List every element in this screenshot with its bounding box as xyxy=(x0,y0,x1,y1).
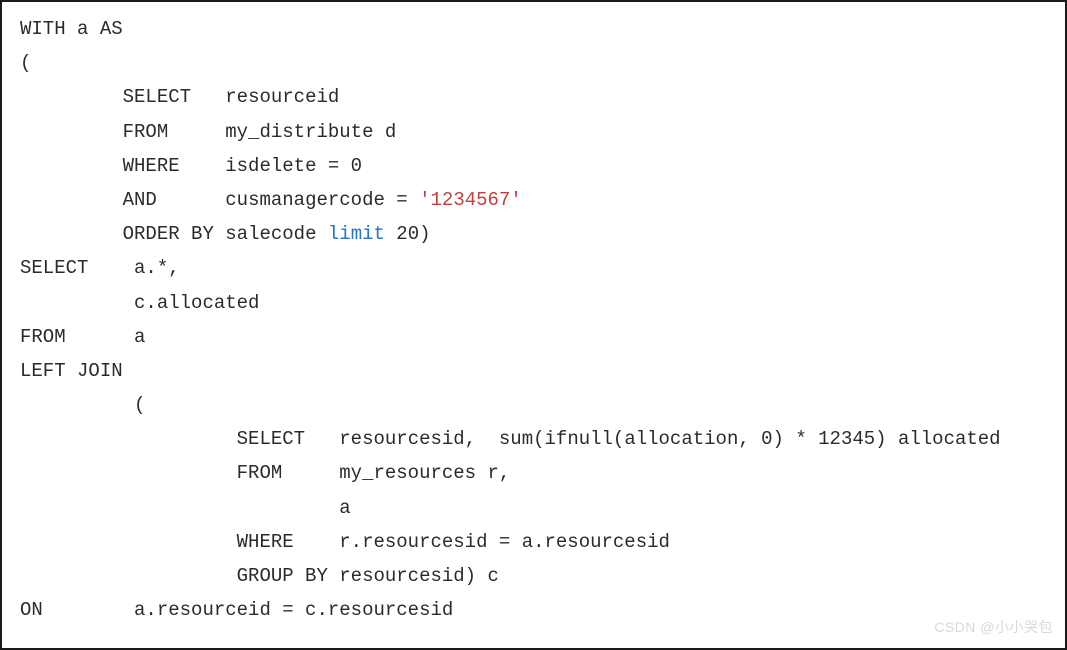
condition: isdelete = 0 xyxy=(225,155,362,177)
keyword-select: SELECT xyxy=(20,257,88,279)
column: resourceid xyxy=(225,86,339,108)
keyword-with: WITH xyxy=(20,18,66,40)
column: salecode xyxy=(214,223,328,245)
column: a.*, xyxy=(134,257,180,279)
keyword-where: WHERE xyxy=(237,531,294,553)
text: a xyxy=(66,18,100,40)
keyword-as: AS xyxy=(100,18,123,40)
table-alias: a xyxy=(339,497,350,519)
keyword-on: ON xyxy=(20,599,43,621)
keyword-from: FROM xyxy=(123,121,169,143)
table-alias: a xyxy=(134,326,145,348)
keyword-limit: limit xyxy=(328,223,385,245)
keyword-from: FROM xyxy=(237,462,283,484)
paren-open: ( xyxy=(20,52,31,74)
watermark-text: CSDN @小小哭包 xyxy=(934,615,1053,640)
number: 20) xyxy=(385,223,431,245)
keyword-order: ORDER xyxy=(123,223,180,245)
column: resourcesid) c xyxy=(328,565,499,587)
keyword-select: SELECT xyxy=(123,86,191,108)
keyword-and: AND xyxy=(123,189,157,211)
condition: a.resourceid = c.resourcesid xyxy=(134,599,453,621)
column: resourcesid, sum(ifnull(allocation, 0) *… xyxy=(339,428,1000,450)
keyword-where: WHERE xyxy=(123,155,180,177)
keyword-select: SELECT xyxy=(237,428,305,450)
keyword-left-join: LEFT JOIN xyxy=(20,360,123,382)
condition: r.resourcesid = a.resourcesid xyxy=(339,531,670,553)
sql-code-block: WITH a AS ( SELECT resourceid FROM my_di… xyxy=(20,12,1047,627)
paren-open: ( xyxy=(134,394,145,416)
column: cusmanagercode = xyxy=(225,189,419,211)
keyword-by: BY xyxy=(180,223,214,245)
table-name: my_distribute d xyxy=(225,121,396,143)
keyword-from: FROM xyxy=(20,326,66,348)
column: c.allocated xyxy=(134,292,259,314)
keyword-group-by: GROUP BY xyxy=(237,565,328,587)
table-name: my_resources r, xyxy=(339,462,510,484)
string-literal: '1234567' xyxy=(419,189,522,211)
